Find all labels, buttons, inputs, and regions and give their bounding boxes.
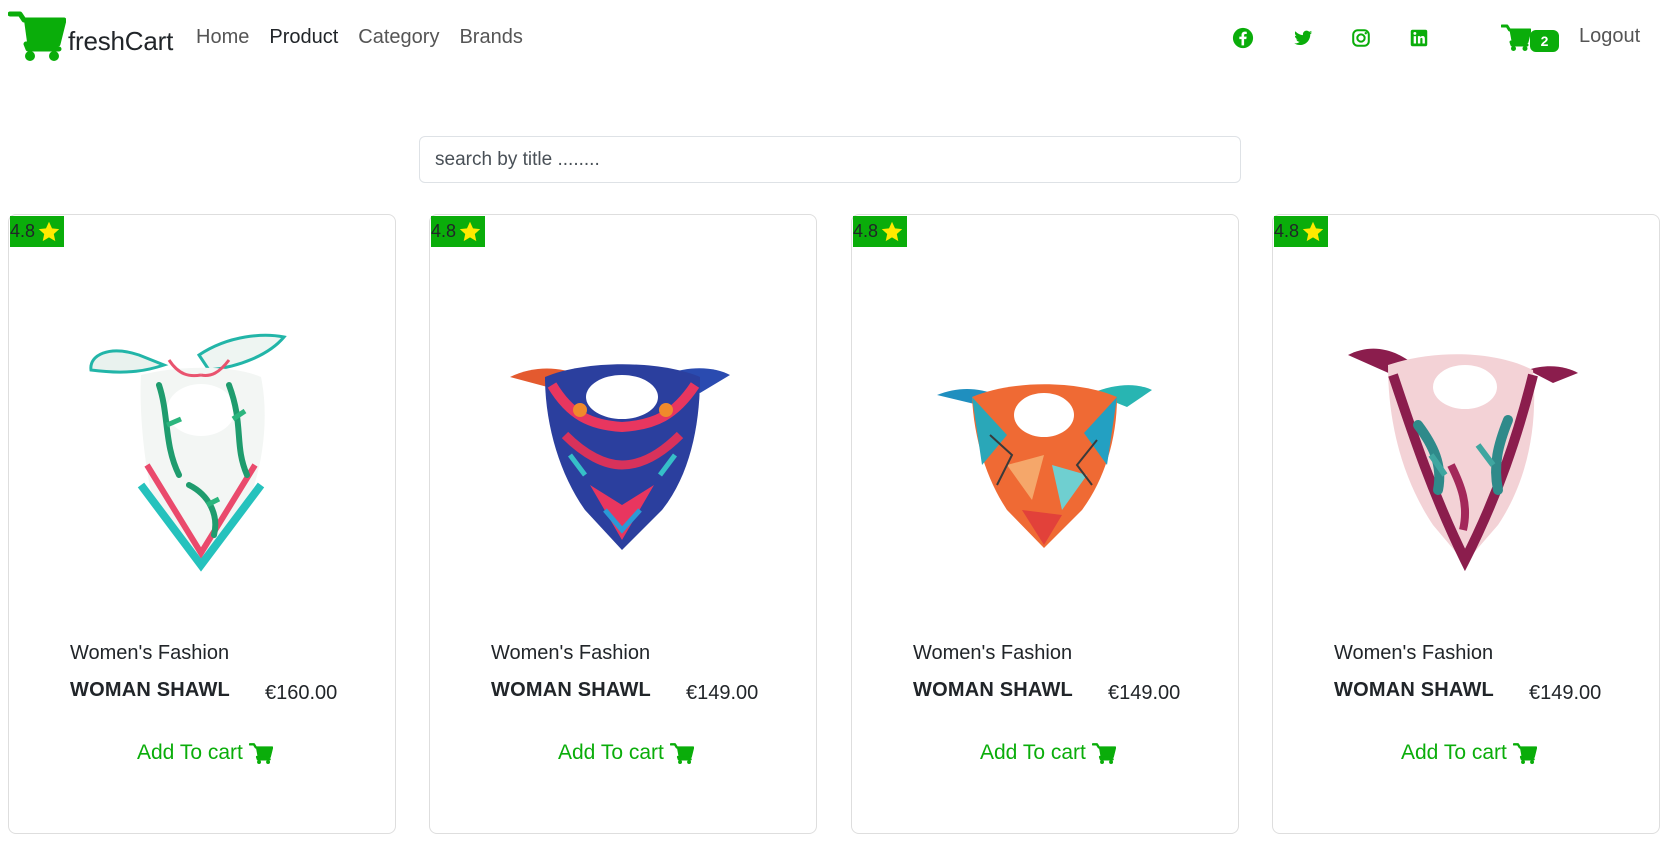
shopping-cart-icon <box>1091 743 1116 764</box>
cart-button[interactable]: 2 <box>1501 23 1559 53</box>
rating-badge: 4.8 <box>853 216 907 247</box>
rating-value: 4.8 <box>853 221 879 241</box>
orange-teal-geometric-scarf-image <box>937 384 1152 548</box>
add-to-cart-label: Add To cart <box>558 741 664 764</box>
star-icon <box>459 221 481 241</box>
shopping-cart-icon <box>1501 24 1531 51</box>
product-card[interactable]: 4.8 Women's Fashion WOMAN SHAWL €160.00 … <box>8 214 396 834</box>
burgundy-pink-leaf-scarf-image <box>1348 348 1578 572</box>
rating-badge: 4.8 <box>1274 216 1328 247</box>
facebook-icon[interactable] <box>1232 27 1254 49</box>
navbar: freshCart Home Product Category Brands 2… <box>0 0 1669 76</box>
rating-badge: 4.8 <box>10 216 64 247</box>
product-category: Women's Fashion <box>491 642 651 664</box>
star-icon <box>881 221 903 241</box>
nav-right: 2 Logout <box>0 22 1669 52</box>
product-price: €160.00 <box>265 682 338 704</box>
product-price: €149.00 <box>1529 682 1602 704</box>
product-card[interactable]: 4.8 Women's Fashion WOMAN SHAWL €149.00 … <box>1272 214 1660 834</box>
star-icon <box>38 221 60 241</box>
linkedin-icon[interactable] <box>1408 27 1430 49</box>
add-to-cart-label: Add To cart <box>980 741 1086 764</box>
add-to-cart-button[interactable]: Add To cart <box>137 741 273 765</box>
product-grid: 4.8 Women's Fashion WOMAN SHAWL €160.00 … <box>8 214 1660 834</box>
add-to-cart-button[interactable]: Add To cart <box>558 741 694 765</box>
product-price: €149.00 <box>1108 682 1181 704</box>
add-to-cart-label: Add To cart <box>137 741 243 764</box>
shopping-cart-icon <box>1512 743 1537 764</box>
search-input[interactable] <box>419 136 1241 183</box>
product-category: Women's Fashion <box>1334 642 1494 664</box>
product-category: Women's Fashion <box>913 642 1073 664</box>
product-price: €149.00 <box>686 682 759 704</box>
product-category: Women's Fashion <box>70 642 230 664</box>
shopping-cart-icon <box>248 743 273 764</box>
rating-value: 4.8 <box>1274 221 1300 241</box>
instagram-icon[interactable] <box>1350 27 1372 49</box>
white-teal-floral-scarf-image <box>89 333 287 572</box>
logout-link[interactable]: Logout <box>1579 25 1640 48</box>
product-card[interactable]: 4.8 Women's Fashion WOMAN SHAWL €149.00 … <box>429 214 817 834</box>
add-to-cart-button[interactable]: Add To cart <box>1401 741 1537 765</box>
star-icon <box>1302 221 1324 241</box>
rating-value: 4.8 <box>10 221 36 241</box>
shopping-cart-icon <box>669 743 694 764</box>
product-title: WOMAN SHAWL <box>1334 679 1494 701</box>
add-to-cart-label: Add To cart <box>1401 741 1507 764</box>
product-title: WOMAN SHAWL <box>70 679 230 701</box>
navy-pink-patterned-scarf-image <box>510 364 730 550</box>
add-to-cart-button[interactable]: Add To cart <box>980 741 1116 765</box>
product-card[interactable]: 4.8 Women's Fashion WOMAN SHAWL €149.00 … <box>851 214 1239 834</box>
rating-value: 4.8 <box>431 221 457 241</box>
twitter-icon[interactable] <box>1292 27 1314 49</box>
product-title: WOMAN SHAWL <box>491 679 651 701</box>
product-title: WOMAN SHAWL <box>913 679 1073 701</box>
cart-count-badge: 2 <box>1530 30 1559 52</box>
rating-badge: 4.8 <box>431 216 485 247</box>
